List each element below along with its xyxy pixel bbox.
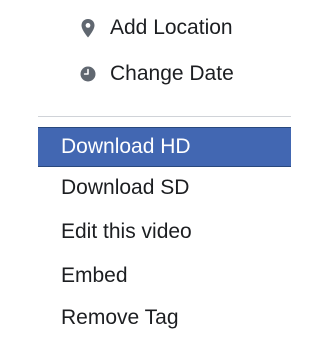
menu-item-label: Embed bbox=[61, 264, 128, 287]
menu-item-download-sd[interactable]: Download SD bbox=[38, 168, 291, 208]
menu-item-label: Add Location bbox=[110, 16, 233, 39]
menu-item-download-hd[interactable]: Download HD bbox=[38, 127, 291, 167]
menu-divider bbox=[38, 116, 291, 117]
menu-item-label: Download HD bbox=[61, 135, 191, 158]
menu-item-label: Download SD bbox=[61, 176, 190, 199]
menu-item-edit-video[interactable]: Edit this video bbox=[38, 212, 291, 252]
menu-item-label: Edit this video bbox=[61, 220, 192, 243]
context-menu: Add Location Change Date Download HD Dow… bbox=[0, 0, 291, 341]
clock-icon bbox=[80, 64, 96, 84]
location-pin-icon bbox=[80, 18, 96, 38]
menu-item-remove-tag[interactable]: Remove Tag bbox=[38, 298, 291, 338]
menu-item-label: Remove Tag bbox=[61, 306, 179, 329]
menu-item-change-date[interactable]: Change Date bbox=[0, 54, 291, 94]
menu-item-embed[interactable]: Embed bbox=[38, 256, 291, 296]
menu-item-label: Change Date bbox=[110, 62, 234, 85]
menu-item-add-location[interactable]: Add Location bbox=[0, 8, 291, 48]
